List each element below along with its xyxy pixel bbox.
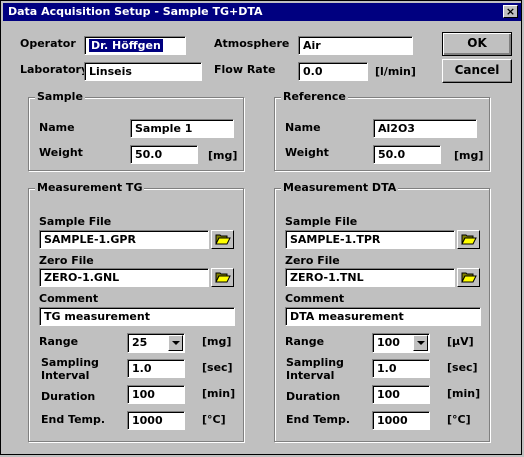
sample-name-field[interactable]: Sample 1 xyxy=(130,119,234,138)
flow-rate-field[interactable]: 0.0 xyxy=(298,62,368,81)
tg-sampling-unit: [sec] xyxy=(202,361,233,374)
dta-range-unit: [µV] xyxy=(447,335,474,348)
dta-sampling-field[interactable]: 1.0 xyxy=(372,359,430,378)
dta-end-temp-label: End Temp. xyxy=(286,413,351,426)
dta-range-label: Range xyxy=(285,335,325,348)
operator-label: Operator xyxy=(20,37,76,50)
atmosphere-label: Atmosphere xyxy=(214,37,290,50)
dta-group-title: Measurement DTA xyxy=(281,181,399,194)
tg-range-value: 25 xyxy=(132,336,148,349)
dta-range-value: 100 xyxy=(377,336,400,349)
laboratory-field[interactable]: Linseis xyxy=(84,62,202,81)
dta-end-temp-unit: [°C] xyxy=(447,413,471,426)
dta-duration-unit: [min] xyxy=(447,387,481,400)
atmosphere-field[interactable]: Air xyxy=(298,36,413,55)
window-title: Data Acquisition Setup - Sample TG+DTA xyxy=(8,5,263,18)
dta-sample-file-label: Sample File xyxy=(285,215,358,228)
dta-comment-label: Comment xyxy=(285,292,345,305)
reference-name-field[interactable]: Al2O3 xyxy=(373,119,477,138)
flow-rate-label: Flow Rate xyxy=(214,63,276,76)
sample-group-title: Sample xyxy=(35,90,85,103)
sample-weight-label: Weight xyxy=(39,146,83,159)
tg-sampling-field[interactable]: 1.0 xyxy=(127,359,185,378)
chevron-down-icon[interactable] xyxy=(413,335,428,351)
dta-sampling-label: Sampling Interval xyxy=(286,356,344,382)
sample-weight-unit: [mg] xyxy=(208,149,238,162)
tg-end-temp-unit: [°C] xyxy=(202,413,226,426)
dta-range-select[interactable]: 100 xyxy=(372,333,430,353)
reference-weight-label: Weight xyxy=(285,146,329,159)
tg-comment-field[interactable]: TG measurement xyxy=(39,307,235,326)
tg-range-select[interactable]: 25 xyxy=(127,333,185,353)
title-bar: Data Acquisition Setup - Sample TG+DTA × xyxy=(3,3,521,21)
dta-sampling-unit: [sec] xyxy=(447,361,478,374)
reference-weight-field[interactable]: 50.0 xyxy=(373,145,441,164)
dta-zero-file-browse-button[interactable] xyxy=(457,268,480,287)
dta-duration-field[interactable]: 100 xyxy=(372,385,430,404)
tg-duration-label: Duration xyxy=(41,390,96,403)
tg-comment-label: Comment xyxy=(39,292,99,305)
operator-field[interactable]: Dr. Höffgen xyxy=(84,36,186,55)
tg-zero-file-field[interactable]: ZERO-1.GNL xyxy=(39,268,209,287)
reference-group-title: Reference xyxy=(281,90,348,103)
reference-name-label: Name xyxy=(285,121,321,134)
dialog-window: Data Acquisition Setup - Sample TG+DTA ×… xyxy=(0,0,522,455)
folder-open-icon xyxy=(215,272,231,283)
tg-duration-unit: [min] xyxy=(202,387,236,400)
cancel-button[interactable]: Cancel xyxy=(442,59,512,83)
dta-sample-file-field[interactable]: SAMPLE-1.TPR xyxy=(285,230,455,249)
laboratory-label: Laboratory xyxy=(20,63,89,76)
tg-sample-file-browse-button[interactable] xyxy=(211,230,234,249)
dta-duration-label: Duration xyxy=(286,390,341,403)
reference-weight-unit: [mg] xyxy=(454,149,484,162)
operator-value: Dr. Höffgen xyxy=(89,39,163,52)
tg-duration-field[interactable]: 100 xyxy=(127,385,185,404)
tg-range-label: Range xyxy=(39,335,79,348)
tg-group-title: Measurement TG xyxy=(35,181,145,194)
dta-zero-file-field[interactable]: ZERO-1.TNL xyxy=(285,268,455,287)
tg-end-temp-label: End Temp. xyxy=(41,413,106,426)
tg-range-unit: [mg] xyxy=(202,335,232,348)
tg-end-temp-field[interactable]: 1000 xyxy=(127,411,185,430)
ok-button[interactable]: OK xyxy=(442,32,512,56)
folder-open-icon xyxy=(461,272,477,283)
dta-comment-field[interactable]: DTA measurement xyxy=(285,307,481,326)
chevron-down-icon[interactable] xyxy=(168,335,183,351)
dta-sample-file-browse-button[interactable] xyxy=(457,230,480,249)
flow-rate-unit: [l/min] xyxy=(375,65,416,78)
close-icon[interactable]: × xyxy=(503,5,518,18)
tg-sample-file-field[interactable]: SAMPLE-1.GPR xyxy=(39,230,209,249)
tg-sampling-label: Sampling Interval xyxy=(41,356,99,382)
sample-name-label: Name xyxy=(39,121,75,134)
tg-zero-file-label: Zero File xyxy=(39,254,94,267)
folder-open-icon xyxy=(461,234,477,245)
dta-zero-file-label: Zero File xyxy=(285,254,340,267)
folder-open-icon xyxy=(215,234,231,245)
tg-sample-file-label: Sample File xyxy=(39,215,112,228)
sample-weight-field[interactable]: 50.0 xyxy=(130,145,198,164)
tg-zero-file-browse-button[interactable] xyxy=(211,268,234,287)
dta-end-temp-field[interactable]: 1000 xyxy=(372,411,430,430)
